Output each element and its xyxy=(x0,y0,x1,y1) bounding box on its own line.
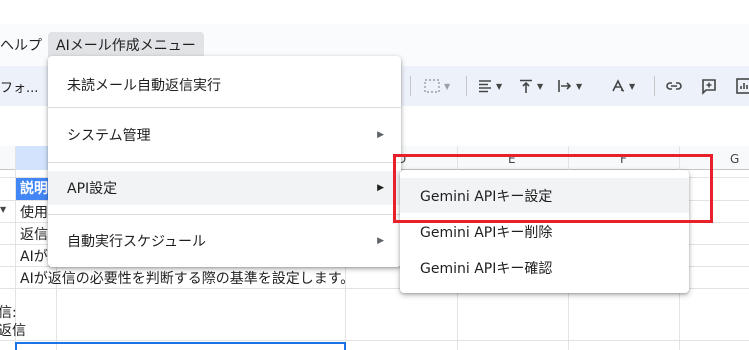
cell[interactable]: 信: xyxy=(0,302,17,322)
menu-item-label: API設定 xyxy=(67,181,118,197)
ai-mail-dropdown-menu: 未読メール自動返信実行 システム管理 ▶ API設定 ▶ 自動実行スケジュール … xyxy=(48,56,401,267)
align-vertical-icon[interactable]: ▼ xyxy=(518,72,543,100)
menu-item-api-settings[interactable]: API設定 ▶ xyxy=(48,171,401,205)
align-horizontal-icon[interactable]: ▼ xyxy=(477,72,502,100)
menu-divider xyxy=(48,214,401,215)
font-selector[interactable]: フォ... xyxy=(0,72,38,100)
submenu-arrow-icon: ▶ xyxy=(377,130,384,140)
submenu-item-label: Gemini APIキー確認 xyxy=(420,260,553,277)
insert-chart-icon[interactable] xyxy=(735,72,749,100)
submenu-arrow-icon: ▶ xyxy=(377,183,384,193)
menu-item-auto-reply[interactable]: 未読メール自動返信実行 xyxy=(48,63,401,107)
menu-item-label: システム管理 xyxy=(67,128,151,144)
row-expand-icon[interactable]: ▼ xyxy=(0,205,6,214)
toolbar-divider xyxy=(654,76,655,96)
grid-line xyxy=(0,340,749,341)
text-rotation-icon[interactable]: ▼ xyxy=(610,72,635,100)
text-wrap-icon[interactable]: ▼ xyxy=(557,72,582,100)
menu-help[interactable]: ヘルプ xyxy=(0,32,50,60)
cell[interactable]: 使用 xyxy=(20,202,48,222)
column-header-g[interactable]: G xyxy=(730,152,739,166)
cell[interactable]: AIが返信の必要性を判断する際の基準を設定します。 xyxy=(20,268,354,288)
menu-item-auto-schedule[interactable]: 自動実行スケジュール ▶ xyxy=(48,219,401,263)
menu-item-label: 自動実行スケジュール xyxy=(67,234,207,250)
toolbar-divider xyxy=(466,76,467,96)
submenu-item-label: Gemini APIキー削除 xyxy=(420,224,553,241)
menu-item-label: 未読メール自動返信実行 xyxy=(67,78,221,94)
submenu-arrow-icon: ▶ xyxy=(377,236,384,246)
menu-divider xyxy=(48,162,401,163)
insert-comment-icon[interactable] xyxy=(700,72,718,100)
menu-item-system-management[interactable]: システム管理 ▶ xyxy=(48,108,401,162)
active-cell-selection xyxy=(15,342,346,350)
submenu-item-check-gemini-key[interactable]: Gemini APIキー確認 xyxy=(400,250,689,285)
highlight-annotation-box xyxy=(393,154,713,223)
toolbar-divider xyxy=(410,76,411,96)
cell[interactable]: AIが xyxy=(20,246,48,266)
insert-link-icon[interactable] xyxy=(665,72,683,100)
cell[interactable]: 返信 xyxy=(20,224,48,244)
merge-cells-icon[interactable]: ▼ xyxy=(423,72,450,100)
cell[interactable]: 返信 xyxy=(0,320,26,340)
